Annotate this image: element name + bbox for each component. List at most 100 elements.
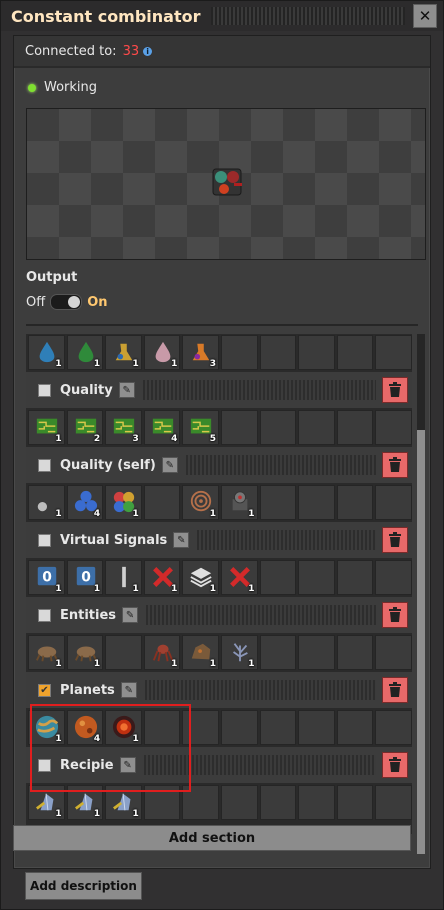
connected-network-id[interactable]: 33 — [123, 44, 140, 59]
signal-slot[interactable] — [143, 785, 181, 820]
signal-slot[interactable]: 1 — [143, 335, 181, 370]
signal-slot[interactable] — [220, 785, 258, 820]
signal-slot[interactable] — [259, 560, 297, 595]
edit-pencil-icon[interactable]: ✎ — [119, 757, 136, 773]
signal-slot[interactable] — [220, 410, 258, 445]
delete-section-button[interactable] — [382, 602, 408, 628]
title-bar[interactable]: Constant combinator ✕ — [1, 1, 443, 31]
info-icon[interactable]: i — [143, 46, 153, 56]
signal-slot[interactable] — [298, 710, 335, 745]
signal-slot[interactable] — [375, 560, 412, 595]
scrollbar[interactable] — [417, 334, 425, 854]
edit-pencil-icon[interactable]: ✎ — [161, 457, 178, 473]
signal-slot[interactable]: 1 — [182, 635, 219, 670]
signal-slot[interactable] — [298, 410, 335, 445]
edit-pencil-icon[interactable]: ✎ — [118, 382, 135, 398]
signal-slot[interactable]: 1 — [220, 485, 258, 520]
signal-slot[interactable] — [298, 785, 335, 820]
signal-slot[interactable] — [336, 560, 374, 595]
close-button[interactable]: ✕ — [413, 4, 437, 28]
signal-slot[interactable] — [336, 485, 374, 520]
delete-section-button[interactable] — [382, 452, 408, 478]
signal-slot[interactable]: 4 — [66, 710, 104, 745]
signal-slot[interactable]: 1 — [182, 560, 219, 595]
signal-slot[interactable] — [298, 560, 335, 595]
signal-slot[interactable] — [259, 410, 297, 445]
signal-slot[interactable] — [182, 710, 219, 745]
delete-section-button[interactable] — [382, 752, 408, 778]
section-checkbox[interactable] — [38, 758, 51, 772]
signal-slot[interactable] — [375, 635, 412, 670]
signal-slot[interactable]: 1 — [143, 635, 181, 670]
delete-section-button[interactable] — [382, 527, 408, 553]
signal-slot[interactable]: 1 — [105, 785, 142, 820]
signal-slot[interactable]: 3 — [182, 335, 219, 370]
signal-slot[interactable]: 01 — [66, 560, 104, 595]
signal-slot[interactable]: 1 — [66, 635, 104, 670]
signal-slot[interactable] — [336, 335, 374, 370]
signal-slot[interactable]: 1 — [66, 785, 104, 820]
entity-preview[interactable] — [26, 108, 426, 260]
section-checkbox[interactable] — [38, 608, 51, 622]
output-switch[interactable] — [50, 294, 83, 310]
signal-slot[interactable]: 4 — [143, 410, 181, 445]
signal-slot[interactable]: 1 — [105, 710, 142, 745]
signal-slot[interactable]: 1 — [28, 635, 65, 670]
drag-handle[interactable] — [210, 7, 405, 25]
signal-slot[interactable]: 1 — [28, 710, 65, 745]
signal-slot[interactable] — [336, 635, 374, 670]
delete-section-button[interactable] — [382, 677, 408, 703]
signal-slot[interactable]: 1 — [220, 635, 258, 670]
signal-slot[interactable] — [259, 785, 297, 820]
section-checkbox[interactable] — [38, 458, 51, 472]
signal-slot[interactable] — [336, 410, 374, 445]
signal-slot[interactable]: 1 — [28, 785, 65, 820]
signal-slot[interactable]: 1 — [105, 335, 142, 370]
signal-slot[interactable]: 1 — [182, 485, 219, 520]
signal-slot[interactable] — [336, 785, 374, 820]
signal-slot[interactable]: 1 — [105, 560, 142, 595]
section-checkbox[interactable]: ✔ — [38, 683, 51, 697]
section-checkbox[interactable] — [38, 533, 51, 547]
signal-slot[interactable] — [375, 485, 412, 520]
edit-pencil-icon[interactable]: ✎ — [120, 682, 137, 698]
edit-pencil-icon[interactable]: ✎ — [173, 532, 190, 548]
signal-slot[interactable] — [220, 335, 258, 370]
signal-slot[interactable] — [336, 710, 374, 745]
signal-slot[interactable]: 1 — [105, 485, 142, 520]
signal-slot[interactable] — [375, 335, 412, 370]
section-checkbox[interactable] — [38, 383, 51, 397]
signal-slot[interactable] — [259, 335, 297, 370]
signal-slot[interactable] — [220, 710, 258, 745]
scrollbar-thumb[interactable] — [417, 430, 425, 854]
signal-slot[interactable] — [143, 710, 181, 745]
signal-slot[interactable]: 2 — [66, 410, 104, 445]
delete-section-button[interactable] — [382, 377, 408, 403]
signal-slot[interactable] — [375, 785, 412, 820]
signal-section-list[interactable]: 1 1 1 1 3 Quality ✎ 1 2 3 4 5 Quality (self) ✎ 1 4 1 1 1 Vi… — [26, 334, 412, 834]
signal-slot[interactable]: 1 — [28, 335, 65, 370]
signal-slot[interactable]: 3 — [105, 410, 142, 445]
signal-slot[interactable] — [105, 635, 142, 670]
add-description-button[interactable]: Add description — [25, 872, 142, 900]
signal-slot[interactable] — [259, 635, 297, 670]
signal-slot[interactable] — [143, 485, 181, 520]
signal-slot[interactable]: 1 — [220, 560, 258, 595]
signal-slot[interactable]: 01 — [28, 560, 65, 595]
signal-slot[interactable] — [298, 335, 335, 370]
edit-pencil-icon[interactable]: ✎ — [122, 607, 139, 623]
signal-slot[interactable] — [259, 485, 297, 520]
signal-slot[interactable] — [375, 710, 412, 745]
signal-slot[interactable] — [375, 410, 412, 445]
signal-slot[interactable]: 1 — [66, 335, 104, 370]
signal-slot[interactable]: 1 — [28, 410, 65, 445]
signal-slot[interactable]: 5 — [182, 410, 219, 445]
signal-slot[interactable]: 1 — [28, 485, 65, 520]
signal-slot[interactable]: 4 — [66, 485, 104, 520]
signal-slot[interactable]: 1 — [143, 560, 181, 595]
signal-slot[interactable] — [298, 485, 335, 520]
add-section-button[interactable]: Add section — [13, 825, 411, 851]
signal-slot[interactable] — [259, 710, 297, 745]
signal-slot[interactable] — [298, 635, 335, 670]
signal-slot[interactable] — [182, 785, 219, 820]
